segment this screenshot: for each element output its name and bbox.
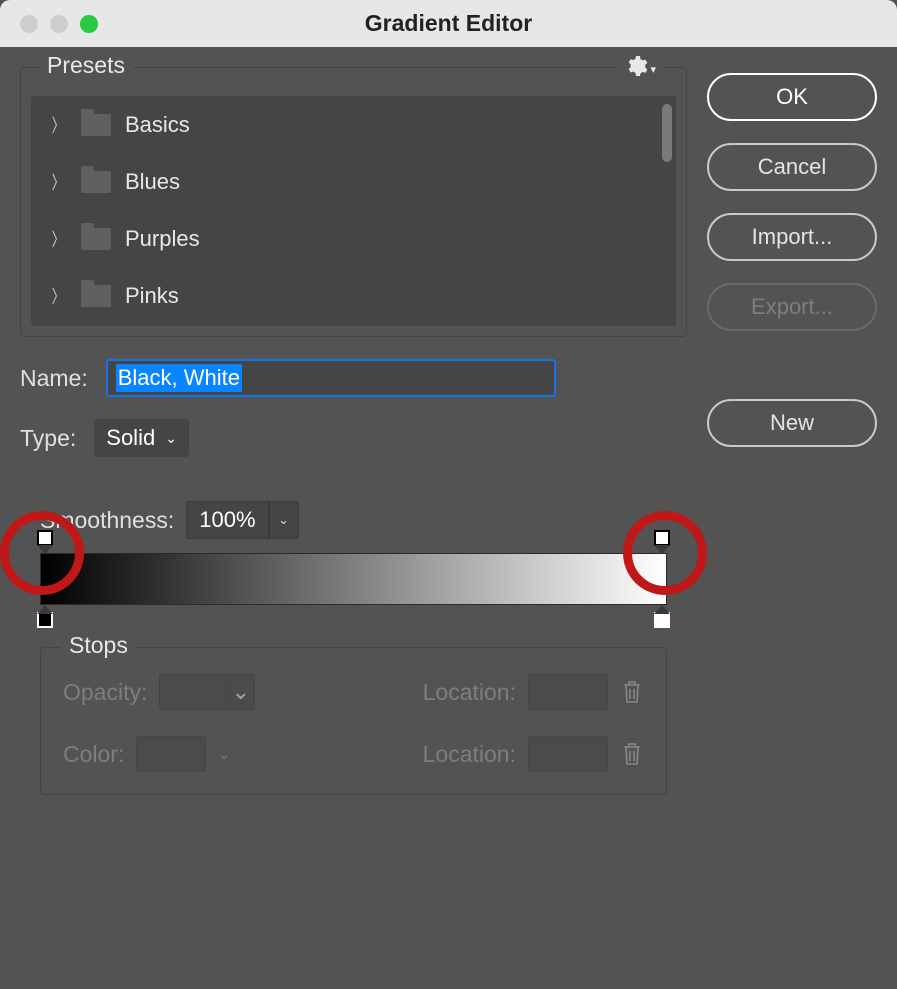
color-label: Color:	[63, 741, 124, 768]
opacity-location-input	[528, 674, 608, 710]
chevron-down-icon: ▾	[650, 63, 656, 76]
opacity-location-label: Location:	[423, 679, 516, 706]
gradient-editor-area	[40, 553, 667, 605]
gradient-bar[interactable]	[40, 553, 667, 605]
name-label: Name:	[20, 365, 88, 392]
cancel-label: Cancel	[758, 154, 826, 180]
minimize-window-button[interactable]	[50, 15, 68, 33]
presets-panel: Presets ▾ 〉 Basics 〉 Blues	[20, 67, 687, 337]
ok-label: OK	[776, 84, 808, 110]
opacity-stop-left[interactable]	[37, 530, 53, 546]
preset-folder-pinks[interactable]: 〉 Pinks	[31, 267, 676, 324]
chevron-down-icon: ⌄	[232, 679, 250, 705]
folder-icon	[81, 228, 111, 250]
stops-legend: Stops	[61, 632, 136, 659]
opacity-input	[159, 674, 227, 710]
export-label: Export...	[751, 294, 833, 320]
stops-panel: Stops Opacity: ⌄ Location:	[40, 647, 667, 795]
scrollbar-thumb[interactable]	[662, 104, 672, 162]
type-select[interactable]: Solid ⌄	[94, 419, 189, 457]
delete-opacity-stop-button	[620, 679, 644, 705]
folder-icon	[81, 285, 111, 307]
chevron-right-icon: 〉	[52, 226, 65, 252]
gear-icon	[624, 54, 648, 84]
preset-label: Basics	[125, 112, 190, 138]
delete-color-stop-button	[620, 741, 644, 767]
export-button: Export...	[707, 283, 877, 331]
preset-folder-blues[interactable]: 〉 Blues	[31, 153, 676, 210]
preset-label: Pinks	[125, 283, 179, 309]
opacity-label: Opacity:	[63, 679, 147, 706]
chevron-down-icon: ⌄	[165, 430, 177, 447]
ok-button[interactable]: OK	[707, 73, 877, 121]
cancel-button[interactable]: Cancel	[707, 143, 877, 191]
name-input[interactable]: Black, White	[106, 359, 556, 397]
color-stop-left[interactable]	[37, 612, 53, 628]
preset-folder-purples[interactable]: 〉 Purples	[31, 210, 676, 267]
import-label: Import...	[752, 224, 833, 250]
opacity-dropdown: ⌄	[227, 674, 255, 710]
color-swatch	[136, 736, 206, 772]
chevron-down-icon: ⌄	[278, 512, 289, 528]
new-label: New	[770, 410, 814, 436]
chevron-right-icon: 〉	[52, 283, 65, 309]
scrollbar[interactable]	[662, 104, 672, 318]
smoothness-input[interactable]: 100%	[186, 501, 268, 539]
folder-icon	[81, 114, 111, 136]
presets-menu-button[interactable]: ▾	[618, 54, 662, 84]
color-location-input	[528, 736, 608, 772]
smoothness-label: Smoothness:	[40, 507, 174, 534]
window-title: Gradient Editor	[0, 10, 897, 37]
opacity-stop-right[interactable]	[654, 530, 670, 546]
color-location-label: Location:	[423, 741, 516, 768]
type-label: Type:	[20, 425, 76, 452]
close-window-button[interactable]	[20, 15, 38, 33]
preset-label: Blues	[125, 169, 180, 195]
chevron-right-icon: 〉	[52, 169, 65, 195]
chevron-down-icon: ⌄	[218, 746, 230, 763]
import-button[interactable]: Import...	[707, 213, 877, 261]
color-stop-right[interactable]	[654, 612, 670, 628]
preset-label: Purples	[125, 226, 200, 252]
preset-folder-basics[interactable]: 〉 Basics	[31, 96, 676, 153]
titlebar: Gradient Editor	[0, 0, 897, 47]
window-control-group	[20, 15, 98, 33]
type-value: Solid	[106, 425, 155, 451]
chevron-right-icon: 〉	[52, 112, 65, 138]
presets-legend: Presets	[39, 52, 133, 79]
smoothness-value: 100%	[199, 507, 255, 533]
dialog-buttons: OK Cancel Import... Export... New	[707, 67, 877, 795]
presets-list[interactable]: 〉 Basics 〉 Blues 〉 Purples 〉 Pin	[31, 96, 676, 326]
name-value: Black, White	[116, 364, 242, 392]
zoom-window-button[interactable]	[80, 15, 98, 33]
smoothness-dropdown[interactable]: ⌄	[269, 501, 299, 539]
new-button[interactable]: New	[707, 399, 877, 447]
folder-icon	[81, 171, 111, 193]
